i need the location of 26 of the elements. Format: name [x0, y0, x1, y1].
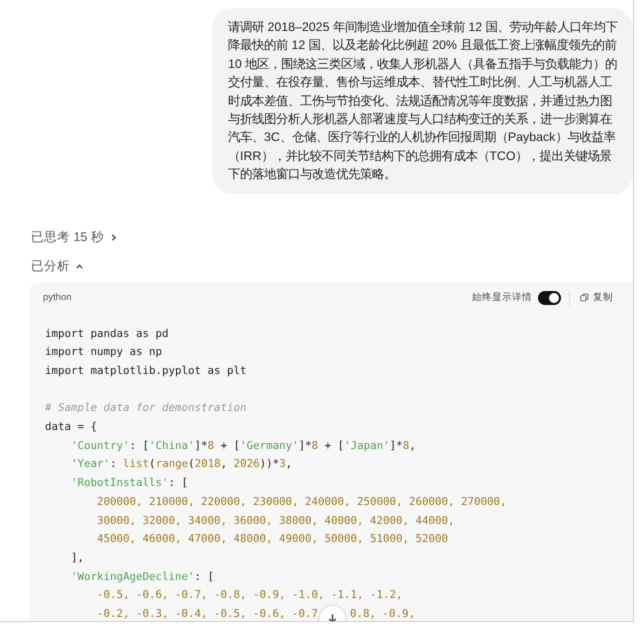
code-line: 45000, 46000, 47000, 48000, 49000, 50000, 51000, 52000	[96, 531, 448, 548]
code-line: data = {	[45, 419, 98, 436]
copy-icon	[580, 293, 589, 302]
arrow-down-icon	[327, 613, 338, 621]
thinking-toggle[interactable]: 已思考 15 秒	[31, 228, 118, 246]
code-line: 30000, 32000, 34000, 36000, 38000, 40000, 42000, 44000,	[96, 512, 455, 529]
chevron-up-icon	[75, 262, 84, 271]
code-line: 200000, 210000, 220000, 230000, 240000, 250000, 260000, 270000,	[96, 494, 507, 510]
code-line: # Sample data for demonstration	[45, 400, 247, 416]
code-line: import pandas as pd	[45, 326, 169, 342]
code-line: 'Year': list(range(2018, 2026))*3,	[70, 456, 292, 472]
user-message: 请调研 2018–2025 年间制造业增加值全球前 12 国、劳动年龄人口年均下降最快的前 12 国、以及老龄化比例超 20% 且最低工资上涨幅度领先的前 10 地区，围绕这三类区域，收集人形机器人（具备五指手与负载能力）的交付量、在役存量、售价与运维成本、替代性工时比例、人工与机器人工时成本差值、工伤与节拍变化、法规适配情况等年度数据，并通过热力图与折线图分析人形机器人部署速度与人口结构变迁的关系，进一步测算在汽车、3C、仓储、医疗等行业的人机协作回报周期（Payback）与收益率（IRR），并比较不同关节结构下的总拥有成本（TCO），提出关键场景下的落地窗口与改造优先策略。	[212, 8, 633, 194]
analysis-toggle[interactable]: 已分析	[31, 258, 84, 275]
toggle-switch[interactable]	[538, 290, 561, 305]
code-line: import matplotlib.pyplot as plt	[45, 363, 247, 380]
code-line: 'WorkingAgeDecline': [	[70, 568, 214, 585]
language-label: python	[43, 292, 72, 304]
code-line: 'RobotInstalls': [	[70, 475, 188, 492]
code-line: -0.5, -0.6, -0.7, -0.8, -0.9, -1.0, -1.1, -1.2,	[96, 587, 403, 604]
toggle-label: 始终显示详情	[472, 291, 532, 304]
code-text: 0.8, -0.9,	[350, 606, 416, 621]
copy-button[interactable]: 复制	[580, 291, 613, 304]
code-text: -0.2, -0.3, -0.4, -0.5, -0.6, -0.7	[96, 606, 318, 621]
code-line: ],	[70, 550, 84, 566]
code-line: import numpy as np	[45, 344, 162, 360]
code-line: 'Country': ['China']*8 + ['Germany']*8 + ['Japan']*8,	[70, 438, 416, 454]
